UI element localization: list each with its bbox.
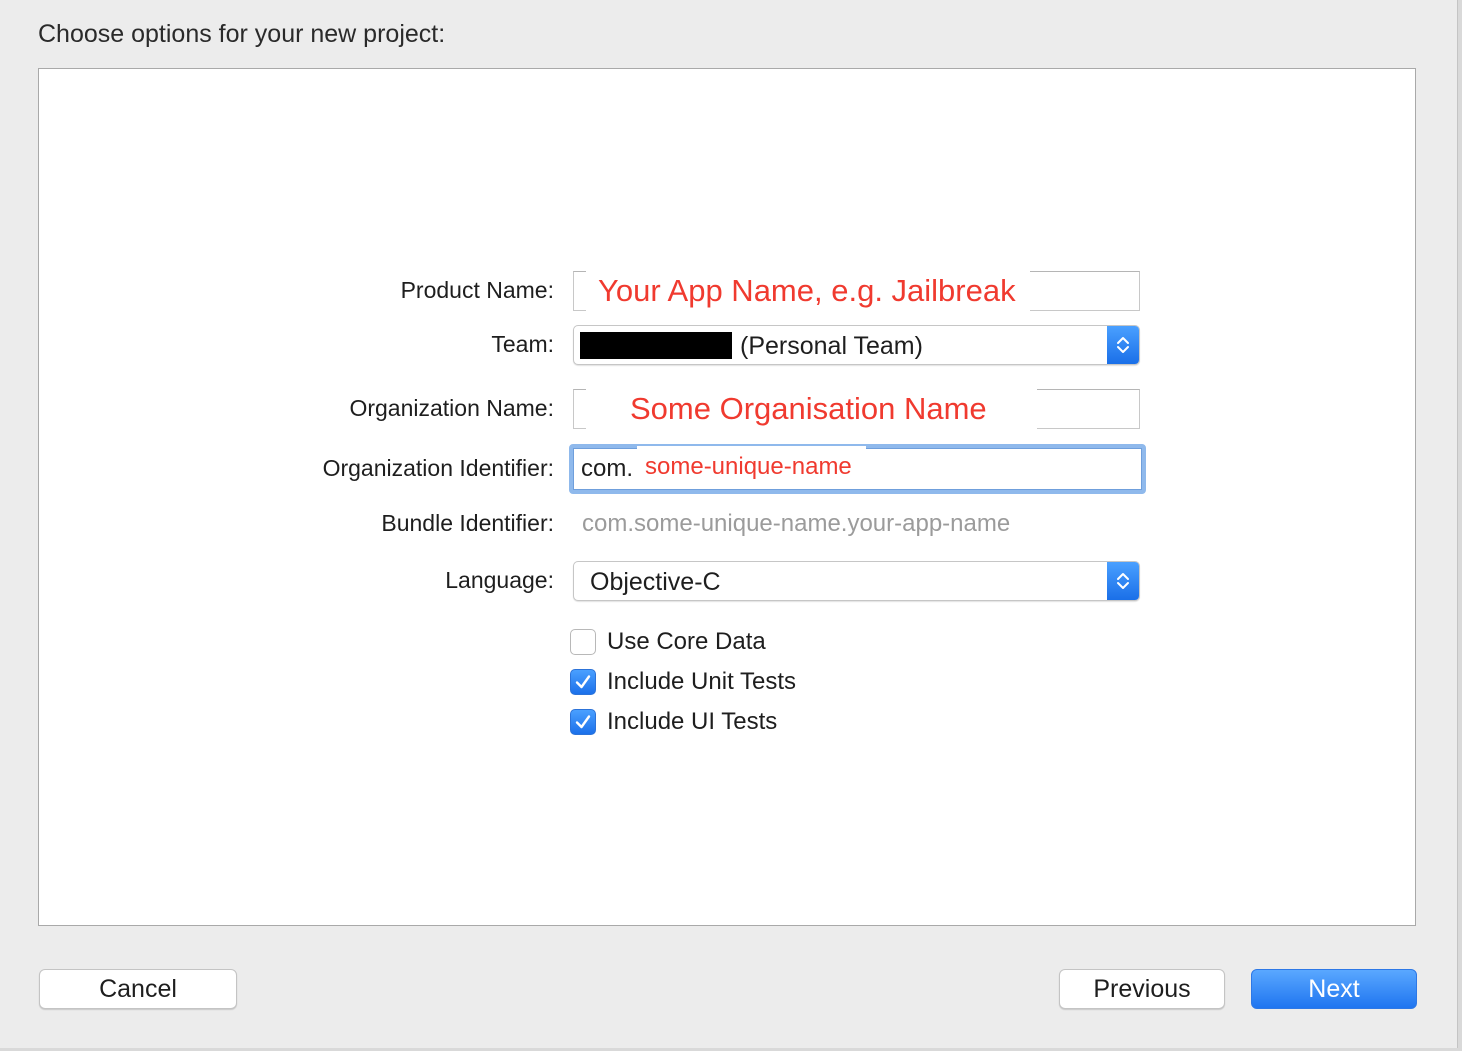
checkmark-icon <box>575 675 591 689</box>
use-core-data-checkbox[interactable] <box>570 629 596 655</box>
new-project-options-sheet: Choose options for your new project: Pro… <box>0 0 1462 1051</box>
product-name-field[interactable]: Your App Name, e.g. Jailbreak <box>573 270 1140 312</box>
include-ui-tests-option[interactable]: Include UI Tests <box>570 707 777 737</box>
include-unit-tests-option[interactable]: Include Unit Tests <box>570 667 796 697</box>
options-panel <box>38 68 1416 926</box>
organization-name-field[interactable]: Some Organisation Name <box>573 388 1140 430</box>
use-core-data-option[interactable]: Use Core Data <box>570 627 766 657</box>
language-label: Language: <box>445 567 554 593</box>
chevron-up-down-icon[interactable] <box>1107 562 1139 600</box>
organization-identifier-label: Organization Identifier: <box>322 455 554 481</box>
include-ui-tests-checkbox[interactable] <box>570 709 596 735</box>
bundle-identifier-label: Bundle Identifier: <box>381 510 554 536</box>
organization-identifier-value: some-unique-name <box>637 446 866 484</box>
team-label: Team: <box>491 331 554 357</box>
product-name-value: Your App Name, e.g. Jailbreak <box>586 270 1030 312</box>
bundle-identifier-value: com.some-unique-name.your-app-name <box>582 510 1011 537</box>
language-value: Objective-C <box>590 568 721 596</box>
include-unit-tests-label: Include Unit Tests <box>607 668 796 695</box>
use-core-data-label: Use Core Data <box>607 628 766 655</box>
product-name-label: Product Name: <box>400 277 554 303</box>
redacted-team-name <box>580 332 732 359</box>
team-value: (Personal Team) <box>740 332 923 360</box>
organization-name-value: Some Organisation Name <box>586 388 1037 430</box>
next-button[interactable]: Next <box>1251 969 1417 1009</box>
previous-button[interactable]: Previous <box>1059 969 1225 1009</box>
team-popup[interactable]: (Personal Team) <box>573 325 1140 365</box>
organization-name-label: Organization Name: <box>349 395 554 421</box>
window-edge-right <box>1457 0 1462 1051</box>
organization-identifier-prefix: com. <box>581 455 634 482</box>
sheet-heading: Choose options for your new project: <box>38 20 446 48</box>
cancel-button[interactable]: Cancel <box>39 969 237 1009</box>
organization-identifier-field[interactable]: com. some-unique-name <box>569 444 1146 494</box>
include-unit-tests-checkbox[interactable] <box>570 669 596 695</box>
checkmark-icon <box>575 715 591 729</box>
chevron-up-down-icon[interactable] <box>1107 326 1139 364</box>
include-ui-tests-label: Include UI Tests <box>607 708 778 735</box>
language-popup[interactable]: Objective-C <box>573 561 1140 601</box>
